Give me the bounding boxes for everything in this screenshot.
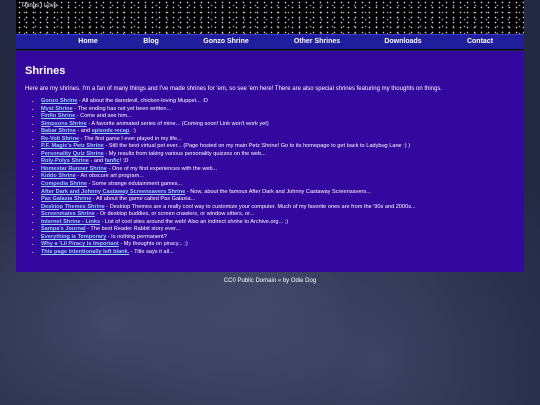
shrine-list-item: Desktop Themes Shrine - Desktop Themes a… xyxy=(41,204,515,212)
shrine-description: - Come and see him... xyxy=(75,113,132,120)
shrine-link[interactable]: Roly-Polys Shrine xyxy=(41,158,89,164)
shrine-list-item: P.F. Magic's Petz Shrine - Still the bes… xyxy=(41,143,515,151)
shrine-link[interactable]: Pax Galaxia Shrine xyxy=(41,196,91,202)
shrine-list-item: Homestar Runner Shrine - One of my first… xyxy=(41,166,515,174)
header-banner: Things I Love xyxy=(16,0,524,34)
shrine-description: - One of my first experiences with the w… xyxy=(106,165,218,172)
shrine-description: - Now, about the famous After Dark and J… xyxy=(185,188,371,195)
shrine-list-item: After Dark and Johnny Castaway Screensav… xyxy=(41,189,515,197)
shrine-link[interactable]: Why a 'Lil Piracy is Important xyxy=(41,241,119,247)
shrine-link[interactable]: Re-Volt Shrine xyxy=(41,136,79,142)
shrine-link[interactable]: Homestar Runner Shrine xyxy=(41,166,107,172)
shrine-link[interactable]: Everything is Temporary xyxy=(41,234,106,240)
shrine-list-item: Sampa's Journal - The best Reader Rabbit… xyxy=(41,226,515,234)
shrine-link[interactable]: Finfin Shrine xyxy=(41,113,75,119)
shrine-list-item: Screenmates Shrine - Or desktop buddies,… xyxy=(41,211,515,219)
shrine-list-item: Internet Shrine - Links - List of cool s… xyxy=(41,219,515,227)
shrine-description: - An obscure art program... xyxy=(75,173,144,180)
shrine-description: - and xyxy=(75,128,92,135)
nav-contact-link[interactable]: Contact xyxy=(467,38,493,45)
nav-bar: Home Blog Gonzo Shrine Other Shrines Dow… xyxy=(16,34,524,50)
shrine-link[interactable]: Compedia Shrine xyxy=(41,181,87,187)
shrine-description: - Still the best virtual pet ever... (Pa… xyxy=(103,143,411,150)
shrine-description: - The first game I ever played in my lif… xyxy=(79,135,182,142)
shrine-description: - List of cool sites around the web! Als… xyxy=(100,218,289,225)
shrine-list-item: Gonzo Shrine - All about the daredevil, … xyxy=(41,98,515,106)
shrine-description: - and xyxy=(88,158,105,165)
page-title: Shrines xyxy=(25,65,66,77)
shrine-description: - Or desktop buddies, or screen crawlers… xyxy=(94,211,255,218)
main-content: Shrines Here are my shrines. I'm a fan o… xyxy=(16,51,524,272)
shrine-list-item: Myst Shrine - The ending has not yet bee… xyxy=(41,106,515,114)
shrine-link[interactable]: fanfic xyxy=(105,158,120,164)
shrine-list-item: Babar Shrine - and episode recap. :) xyxy=(41,128,515,136)
shrine-description: - A favorite animated series of mine... … xyxy=(86,120,269,127)
shrine-list-item: Roly-Polys Shrine - and fanfic! :D xyxy=(41,158,515,166)
shrine-list-item: Why a 'Lil Piracy is Important - My thou… xyxy=(41,241,515,249)
shrine-description: - All about the daredevil, chicken-lovin… xyxy=(77,98,208,104)
shrine-list-item: Compedia Shrine - Some strange edutainme… xyxy=(41,181,515,189)
shrine-list-item: Personality Quiz Shrine - My results fro… xyxy=(41,151,515,159)
shrine-list: Gonzo Shrine - All about the daredevil, … xyxy=(25,98,515,256)
shrine-link[interactable]: Internet Shrine - Links xyxy=(41,219,100,225)
shrine-description: ! :D xyxy=(119,158,129,165)
shrine-link[interactable]: Myst Shrine xyxy=(41,106,73,112)
shrine-link[interactable]: Babar Shrine xyxy=(41,128,76,134)
site-title: Things I Love xyxy=(21,3,58,9)
nav-other-shrines-link[interactable]: Other Shrines xyxy=(294,38,340,45)
shrine-link[interactable]: episode recap xyxy=(92,128,130,134)
shrine-description: - All about the game called Pax Galaxia.… xyxy=(91,196,196,203)
shrine-list-item: This page intentionally left blank. - Ti… xyxy=(41,249,515,257)
shrine-link[interactable]: Personality Quiz Shrine xyxy=(41,151,104,157)
shrine-list-item: Re-Volt Shrine - The first game I ever p… xyxy=(41,136,515,144)
shrine-description: - Is nothing permanent? xyxy=(106,233,167,240)
shrine-link[interactable]: Desktop Themes Shrine xyxy=(41,204,105,210)
shrine-link[interactable]: Sampa's Journal xyxy=(41,226,86,232)
shrine-link[interactable]: This page intentionally left blank. xyxy=(41,249,129,255)
nav-home-link[interactable]: Home xyxy=(78,38,97,45)
shrine-description: - Title says it all... xyxy=(129,248,174,255)
footer: CC0 Public Domain « by Odie Dog xyxy=(223,278,317,284)
shrine-list-item: Kiddo Shrine - An obscure art program... xyxy=(41,173,515,181)
shrine-link[interactable]: Kiddo Shrine xyxy=(41,173,76,179)
shrine-list-item: Pax Galaxia Shrine - All about the game … xyxy=(41,196,515,204)
shrine-list-item: Simpsons Shrine - A favorite animated se… xyxy=(41,121,515,129)
shrine-description: - Desktop Themes are a really cool way t… xyxy=(104,203,416,210)
shrine-list-item: Everything is Temporary - Is nothing per… xyxy=(41,234,515,242)
shrine-description: - My thoughts on piracy... ;) xyxy=(118,241,188,248)
nav-blog-link[interactable]: Blog xyxy=(143,38,159,45)
intro-text: Here are my shrines. I'm a fan of many t… xyxy=(25,86,443,92)
shrine-list-item: Finfin Shrine - Come and see him... xyxy=(41,113,515,121)
nav-gonzo-shrine-link[interactable]: Gonzo Shrine xyxy=(203,38,249,45)
shrine-description: - The ending has not yet been written... xyxy=(72,105,172,112)
shrine-description: - Some strange edutainment games... xyxy=(87,181,183,188)
shrine-description: . :) xyxy=(129,128,136,135)
shrine-link[interactable]: Gonzo Shrine xyxy=(41,98,77,104)
shrine-link[interactable]: Simpsons Shrine xyxy=(41,121,87,127)
shrine-link[interactable]: After Dark and Johnny Castaway Screensav… xyxy=(41,189,185,195)
shrine-link[interactable]: Screenmates Shrine xyxy=(41,211,95,217)
shrine-link[interactable]: P.F. Magic's Petz Shrine xyxy=(41,143,104,149)
nav-downloads-link[interactable]: Downloads xyxy=(384,38,421,45)
shrine-description: - The best Reader Rabbit story ever... xyxy=(85,226,181,233)
shrine-description: - My results from taking various persona… xyxy=(103,150,266,157)
